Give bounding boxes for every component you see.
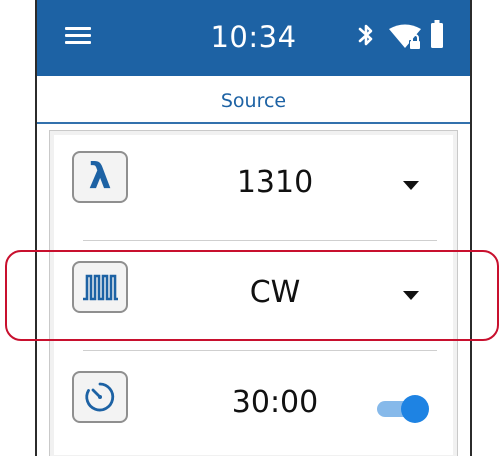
tab-label: Source (220, 90, 287, 112)
timer-toggle[interactable] (371, 395, 431, 423)
source-settings-panel: λ 1310 CW 30:00 (49, 130, 458, 456)
timer-value: 30:00 (231, 385, 319, 420)
wavelength-button[interactable]: λ (72, 151, 128, 203)
status-bar: 10:34 (37, 0, 470, 76)
wavelength-value[interactable]: 1310 (160, 165, 390, 200)
chevron-down-icon[interactable] (403, 181, 419, 190)
timer-icon (85, 382, 115, 412)
battery-icon (431, 20, 443, 48)
timer-row[interactable]: 30:00 (50, 351, 457, 456)
wifi-lock-icon (389, 24, 421, 49)
modulation-row[interactable]: CW (50, 241, 457, 351)
tab-underline (37, 122, 470, 124)
device-screen: 10:34 Source λ 1310 CW 30:00 (35, 0, 472, 456)
tab-source[interactable]: Source (37, 76, 470, 124)
timer-button[interactable] (72, 371, 128, 423)
modulation-button[interactable] (72, 261, 128, 313)
chevron-down-icon[interactable] (403, 291, 419, 300)
pulse-waveform-icon (83, 274, 118, 301)
modulation-value[interactable]: CW (160, 275, 390, 310)
toggle-knob (401, 395, 429, 423)
wavelength-lambda-icon: λ (88, 156, 112, 197)
wavelength-row[interactable]: λ 1310 (50, 131, 457, 241)
bluetooth-icon (358, 24, 373, 46)
